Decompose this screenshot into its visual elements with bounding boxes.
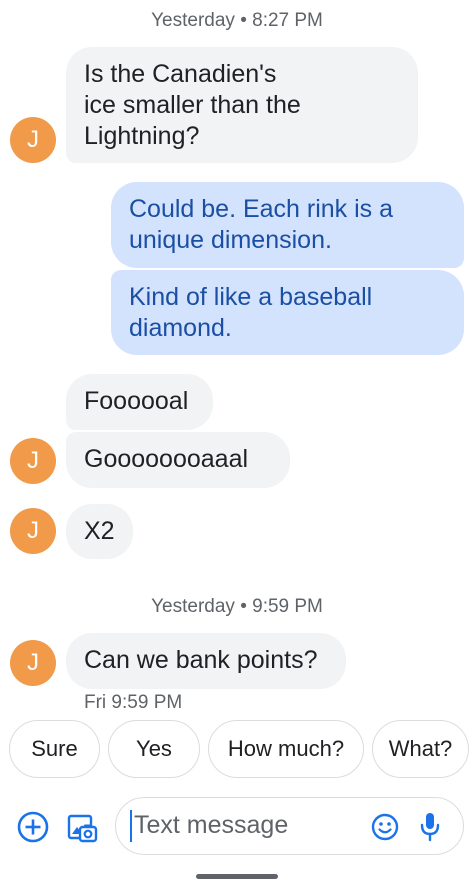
avatar[interactable]: J xyxy=(10,117,56,163)
message-text: Can we bank points? xyxy=(84,646,318,674)
smart-reply-chip[interactable]: Yes xyxy=(108,720,200,778)
message-text: Foooooal xyxy=(84,387,189,415)
message-line: ice smaller than the xyxy=(84,91,301,119)
message-bubble[interactable]: Can we bank points? xyxy=(66,633,346,689)
message-line: diamond. xyxy=(129,314,232,342)
mic-icon[interactable] xyxy=(417,810,443,844)
message-input-placeholder: Text message xyxy=(134,811,289,839)
message-bubble[interactable]: Is the Canadien's ice smaller than the L… xyxy=(66,47,418,163)
avatar[interactable]: J xyxy=(10,438,56,484)
message-line: Could be. Each rink is a xyxy=(129,195,394,223)
smart-reply-chip[interactable]: Sure xyxy=(9,720,100,778)
message-bubble[interactable]: Goooooooaaal xyxy=(66,432,290,488)
avatar[interactable]: J xyxy=(10,508,56,554)
message-bubble[interactable]: Foooooal xyxy=(66,374,213,430)
message-line: unique dimension. xyxy=(129,226,332,254)
message-line: Lightning? xyxy=(84,122,200,150)
smart-reply-chip[interactable]: What? xyxy=(372,720,469,778)
smart-reply-chip[interactable]: How much? xyxy=(208,720,364,778)
message-bubble[interactable]: Kind of like a baseball diamond. xyxy=(111,270,464,355)
message-bubble[interactable]: X2 xyxy=(66,504,133,559)
avatar[interactable]: J xyxy=(10,640,56,686)
emoji-icon[interactable] xyxy=(370,812,400,842)
message-text: X2 xyxy=(84,517,115,545)
add-icon[interactable] xyxy=(16,810,50,844)
gallery-camera-icon[interactable] xyxy=(63,810,99,846)
message-line: Is the Canadien's xyxy=(84,60,277,88)
text-cursor xyxy=(130,810,132,842)
timestamp-divider: Yesterday • 9:59 PM xyxy=(151,596,323,617)
message-line: Kind of like a baseball xyxy=(129,283,373,311)
message-bubble[interactable]: Could be. Each rink is a unique dimensio… xyxy=(111,182,464,268)
message-text: Goooooooaaal xyxy=(84,445,249,473)
message-time: Fri 9:59 PM xyxy=(84,692,183,713)
home-indicator[interactable] xyxy=(196,874,278,879)
timestamp-divider: Yesterday • 8:27 PM xyxy=(151,10,323,31)
